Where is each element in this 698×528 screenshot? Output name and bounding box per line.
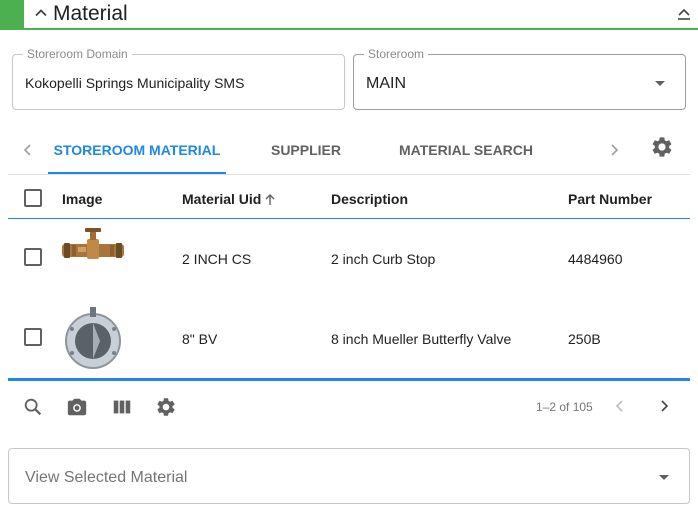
storeroom-value: MAIN bbox=[366, 75, 406, 92]
table-row[interactable]: 8" BV 8 inch Mueller Butterfly Valve 250… bbox=[8, 299, 690, 379]
tab-scroll-left-icon[interactable] bbox=[20, 142, 36, 158]
pagination-range: 1–2 of 105 bbox=[536, 400, 593, 414]
previous-page-icon[interactable] bbox=[612, 398, 628, 414]
row-checkbox[interactable] bbox=[24, 248, 42, 266]
search-icon[interactable] bbox=[22, 396, 44, 418]
section-header: Material bbox=[0, 0, 698, 30]
butterfly-valve-photo bbox=[65, 307, 121, 369]
dropdown-arrow-icon[interactable] bbox=[659, 475, 669, 480]
table-bottom-border bbox=[8, 378, 690, 381]
part-number-cell: 4484960 bbox=[568, 251, 623, 267]
gear-icon[interactable] bbox=[650, 135, 674, 159]
tab-bar: STOREROOM MATERIAL SUPPLIER MATERIAL SEA… bbox=[8, 128, 690, 175]
column-header-part-number[interactable]: Part Number bbox=[568, 191, 652, 207]
column-header-material-uid-label: Material Uid bbox=[182, 191, 262, 207]
table-row[interactable]: 2 INCH CS 2 inch Curb Stop 4484960 bbox=[8, 219, 690, 299]
header-accent-bar bbox=[0, 0, 24, 28]
row-checkbox[interactable] bbox=[24, 328, 42, 346]
storeroom-domain-value: Kokopelli Springs Municipality SMS bbox=[25, 75, 245, 91]
table-toolbar: 1–2 of 105 bbox=[8, 388, 690, 428]
dropdown-arrow-icon[interactable] bbox=[655, 81, 665, 86]
select-all-checkbox[interactable] bbox=[24, 189, 42, 207]
material-table: Image Material Uid Description Part Numb… bbox=[8, 180, 690, 379]
tab-storeroom-material[interactable]: STOREROOM MATERIAL bbox=[48, 128, 226, 174]
storeroom-domain-label: Storeroom Domain bbox=[23, 47, 132, 61]
sort-ascending-icon[interactable] bbox=[263, 193, 277, 207]
material-uid-cell: 8" BV bbox=[182, 331, 218, 347]
column-header-material-uid[interactable]: Material Uid bbox=[182, 191, 277, 207]
section-title: Material bbox=[53, 2, 128, 25]
description-cell: 2 inch Curb Stop bbox=[331, 251, 436, 267]
curb-stop-photo bbox=[62, 228, 124, 259]
table-header: Image Material Uid Description Part Numb… bbox=[8, 180, 690, 219]
tab-supplier[interactable]: SUPPLIER bbox=[248, 128, 364, 174]
view-selected-placeholder: View Selected Material bbox=[25, 469, 188, 486]
chevron-up-icon[interactable] bbox=[33, 5, 49, 21]
storeroom-domain-field[interactable]: Storeroom Domain Kokopelli Springs Munic… bbox=[12, 47, 345, 110]
storeroom-select[interactable]: Storeroom MAIN bbox=[353, 47, 686, 110]
column-header-image[interactable]: Image bbox=[62, 191, 102, 207]
description-cell: 8 inch Mueller Butterfly Valve bbox=[331, 331, 512, 347]
collapse-icon[interactable] bbox=[676, 6, 692, 22]
table-settings-gear-icon[interactable] bbox=[155, 396, 177, 418]
camera-icon[interactable] bbox=[66, 396, 88, 418]
storeroom-label: Storeroom bbox=[364, 47, 429, 61]
column-header-description[interactable]: Description bbox=[331, 191, 408, 207]
tab-scroll-right-icon[interactable] bbox=[606, 142, 622, 158]
next-page-icon[interactable] bbox=[656, 398, 672, 414]
view-selected-material-select[interactable]: View Selected Material bbox=[8, 448, 690, 504]
tab-material-search[interactable]: MATERIAL SEARCH bbox=[388, 128, 544, 174]
material-uid-cell: 2 INCH CS bbox=[182, 251, 252, 267]
part-number-cell: 250B bbox=[568, 331, 601, 347]
columns-icon[interactable] bbox=[111, 396, 133, 418]
